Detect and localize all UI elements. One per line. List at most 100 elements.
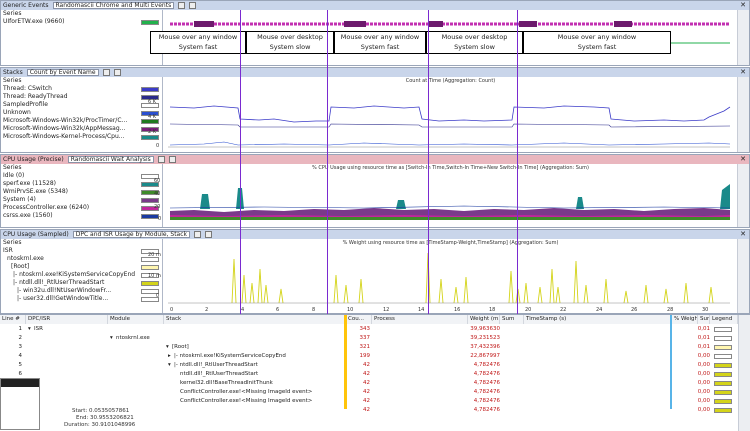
vertical-scrollbar[interactable] (737, 164, 749, 227)
percent-cell: 0,00 (697, 380, 710, 386)
series-row[interactable]: |- ntdll.dll!_RtlUserThreadStart (1, 279, 162, 287)
series-row[interactable]: ProcessController.exe (6240) (1, 204, 162, 212)
column-header[interactable]: % Weight (672, 315, 698, 324)
series-row[interactable]: ntoskrnl.exe (1, 255, 162, 263)
percent-cell: 0,00 (697, 362, 710, 368)
table-scrollbar[interactable] (738, 315, 750, 431)
series-swatch (141, 197, 159, 203)
stack-cell: |- ntdll.dll!_RtlUserThreadStart (174, 362, 258, 368)
expand-icon[interactable]: ▾ (166, 343, 169, 352)
series-row[interactable]: |- ntoskrnl.exe!KiSystemServiceCopyEnd (1, 271, 162, 279)
column-header[interactable]: Stack (164, 315, 346, 324)
series-row[interactable]: WmiPrvSE.exe (5348) (1, 188, 162, 196)
series-row[interactable]: Idle (0) (1, 172, 162, 180)
series-row[interactable]: |- win32u.dll!NtUserWindowFr... (1, 287, 162, 295)
column-header[interactable]: Module (108, 315, 164, 324)
panel-title: CPU Usage (Precise) (3, 156, 64, 163)
table-row[interactable]: 9 ConflictController.exe!<Missing ImageI… (0, 397, 738, 406)
settings-icon[interactable] (102, 69, 110, 76)
stacks-plot[interactable]: Count at Time (Aggregation: Count) 6 K 4… (148, 77, 737, 152)
preset-dropdown[interactable]: Randomascii Chrome and Multi Events (52, 2, 175, 9)
series-row[interactable]: Thread: ReadyThread (1, 93, 162, 101)
series-row[interactable]: |- user32.dll!GetWindowTitle... (1, 295, 162, 303)
event-box[interactable]: Mouse over any window System fast (523, 31, 671, 54)
series-label: SampledProfile (3, 101, 48, 108)
event-box[interactable]: Mouse over desktop System slow (426, 31, 523, 54)
column-header[interactable]: DPC/ISR (26, 315, 108, 324)
close-icon[interactable]: ✕ (740, 230, 746, 238)
search-icon[interactable] (205, 231, 212, 238)
table-row[interactable]: 5 ▾ |- ntdll.dll!_RtlUserThreadStart 42 … (0, 361, 738, 370)
column-header[interactable]: Sum (698, 315, 710, 324)
series-row[interactable]: SampledProfile (1, 101, 162, 109)
expand-icon[interactable]: ▾ (110, 334, 113, 343)
series-row[interactable]: Microsoft-Windows-Win32k/AppMessag... (1, 125, 162, 133)
line-number: 4 (18, 353, 23, 359)
event-box[interactable]: Mouse over any window System fast (334, 31, 426, 54)
series-row[interactable]: ISR (1, 247, 162, 255)
preset-dropdown[interactable]: Count by Event Name (26, 69, 99, 76)
settings-icon[interactable] (157, 156, 165, 163)
y-tick: 0 (156, 293, 160, 299)
weight-cell: 4,782476 (473, 398, 500, 404)
series-row[interactable]: sperf.exe (11528) (1, 180, 162, 188)
stack-cell: ntdll.dll!_RtlUserThreadStart (180, 371, 259, 377)
vertical-scrollbar[interactable] (737, 77, 749, 152)
table-row[interactable]: 8 ConflictController.exe!<Missing ImageI… (0, 388, 738, 397)
column-header[interactable]: Cou... (346, 315, 372, 324)
vertical-scrollbar[interactable] (737, 239, 749, 313)
weight-cell: 39,963630 (470, 326, 500, 332)
series-row[interactable]: System (4) (1, 196, 162, 204)
expand-icon[interactable]: ▾ (28, 325, 31, 334)
series-row[interactable]: Unknown (1, 109, 162, 117)
series-row[interactable]: [Root] (1, 263, 162, 271)
close-icon[interactable]: ✕ (740, 155, 746, 163)
table-row[interactable]: 1 ▾ ISR 343 39,963630 0,01 (0, 325, 738, 334)
series-row[interactable]: Microsoft-Windows-Kernel-Process/Cpu... (1, 133, 162, 141)
search-icon[interactable] (189, 2, 197, 9)
preset-dropdown[interactable]: Randomascii Wait Analysis (67, 156, 154, 163)
weight-cell: 39,231523 (470, 335, 500, 341)
column-header[interactable]: TimeStamp (s) (524, 315, 672, 324)
cpu-sampled-plot[interactable]: % Weight using resource time as [TimeSta… (148, 239, 737, 313)
event-cluster (519, 21, 537, 27)
table-row[interactable]: 6 ntdll.dll!_RtlUserThreadStart 42 4,782… (0, 370, 738, 379)
search-icon[interactable] (113, 69, 121, 76)
percent-cell: 0,00 (697, 389, 710, 395)
table-row[interactable]: 2 ▾ ntoskrnl.exe 337 39,231523 0,01 (0, 334, 738, 343)
settings-icon[interactable] (194, 231, 201, 238)
event-sublabel: System slow (269, 43, 311, 51)
column-header[interactable]: Process (372, 315, 468, 324)
series-label: [Root] (11, 263, 30, 270)
series-row[interactable]: csrss.exe (1560) (1, 212, 162, 220)
marker-line (517, 10, 518, 314)
close-icon[interactable]: ✕ (740, 1, 746, 9)
table-row[interactable]: 4 ▸ |- ntoskrnl.exe!KiSystemServiceCopyE… (0, 352, 738, 361)
column-header[interactable]: Legend (710, 315, 738, 324)
series-row[interactable]: Microsoft-Windows-Win32k/ProcTimer/C... (1, 117, 162, 125)
series-row[interactable]: Thread: CSwitch (1, 85, 162, 93)
column-header[interactable]: Sum (500, 315, 524, 324)
vertical-scrollbar[interactable] (737, 10, 749, 65)
search-icon[interactable] (168, 156, 176, 163)
event-label: Mouse over any window (340, 33, 420, 41)
column-header[interactable]: Weight (m... (468, 315, 500, 324)
close-icon[interactable]: ✕ (740, 68, 746, 76)
event-label: Mouse over desktop (441, 33, 508, 41)
event-box[interactable]: Mouse over desktop System slow (246, 31, 334, 54)
table-row[interactable]: 3 ▾ [Root] 321 37,432396 0,01 (0, 343, 738, 352)
line-number: 5 (18, 362, 23, 368)
count-cell: 42 (363, 398, 370, 404)
event-box[interactable]: Mouse over any window System fast (150, 31, 246, 54)
csrss-series-line (169, 205, 731, 209)
column-header[interactable]: Line # (0, 315, 26, 324)
y-tick: 6 K (148, 99, 157, 105)
expand-icon[interactable]: ▸ (168, 352, 171, 361)
expand-icon[interactable]: ▾ (168, 361, 171, 370)
module-cell: ntoskrnl.exe (116, 335, 150, 341)
cpu-precise-plot[interactable]: % CPU Usage using resource time as [Swit… (154, 164, 737, 227)
series-row[interactable]: UIforETW.exe (9660) (1, 18, 162, 26)
settings-icon[interactable] (178, 2, 186, 9)
table-row[interactable]: 7 kernel32.dll!BaseThreadInitThunk 42 4,… (0, 379, 738, 388)
preset-dropdown[interactable]: DPC and ISR Usage by Module, Stack (72, 231, 190, 238)
